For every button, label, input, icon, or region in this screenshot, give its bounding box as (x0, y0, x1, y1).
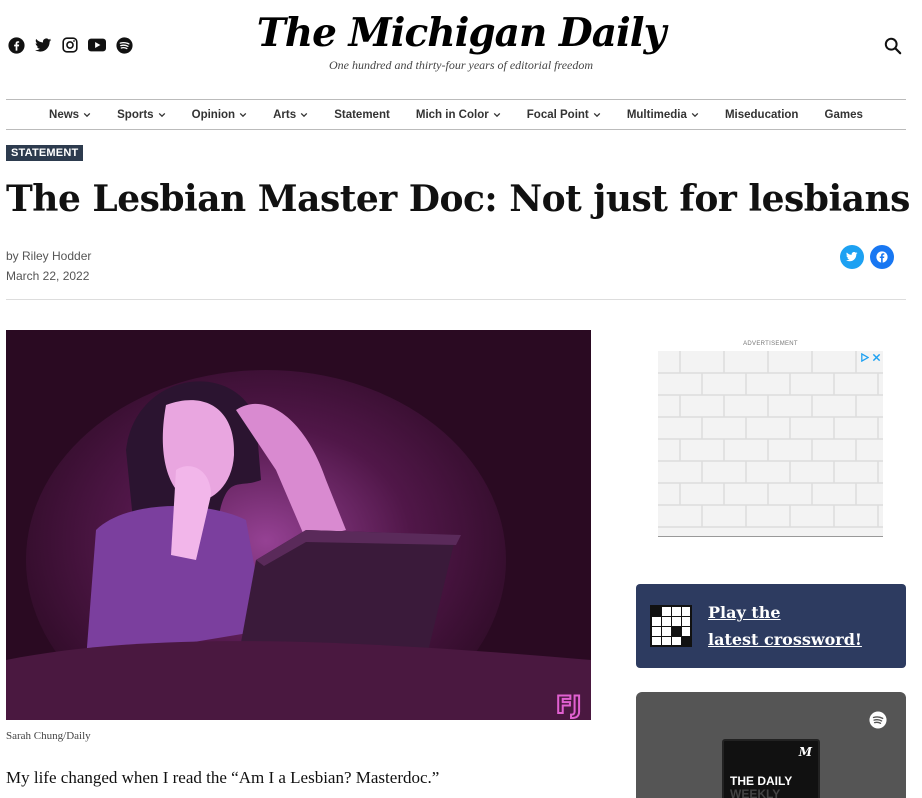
chevron-down-icon (691, 112, 699, 117)
nav-item-label: Focal Point (526, 108, 589, 121)
nav-item-sports[interactable]: Sports (117, 109, 165, 121)
ad-choices[interactable] (860, 353, 881, 362)
crossword-promo[interactable]: Play the latest crossword! (636, 584, 906, 668)
crossword-line-1: Play the (708, 603, 781, 622)
category-badge[interactable]: STATEMENT (6, 145, 84, 161)
nav-item-multimedia[interactable]: Multimedia (627, 109, 699, 121)
nav-item-games[interactable]: Games (825, 109, 863, 121)
chevron-down-icon (300, 112, 308, 117)
chevron-down-icon (239, 112, 247, 117)
share-twitter-button[interactable] (840, 245, 864, 269)
ad-slot[interactable] (658, 351, 883, 537)
crossword-link[interactable]: Play the latest crossword! (708, 599, 862, 653)
nav-item-label: News (49, 108, 80, 121)
close-icon[interactable] (872, 353, 881, 362)
podcast-title-line-2: WEEKLY (730, 787, 781, 798)
svg-text:FJ: FJ (556, 691, 581, 719)
share-facebook-button[interactable] (870, 245, 894, 269)
ad-label: ADVERTISEMENT (743, 341, 798, 347)
masthead: The Michigan Daily One hundred and thirt… (0, 10, 922, 73)
share-buttons (840, 245, 894, 269)
chevron-down-icon (593, 112, 601, 117)
author-byline[interactable]: by Riley Hodder (6, 246, 91, 266)
nav-item-miseducation[interactable]: Miseducation (725, 109, 798, 121)
crossword-grid-icon (650, 605, 692, 647)
nav-item-label: Statement (334, 108, 390, 121)
nav-item-news[interactable]: News (49, 109, 91, 121)
nav-item-label: Mich in Color (415, 108, 489, 121)
article-illustration[interactable]: FJ (6, 330, 591, 720)
nav-item-label: Multimedia (626, 108, 687, 121)
nav-item-label: Arts (273, 108, 297, 121)
podcast-cover[interactable]: M THE DAILY WEEKLY (722, 739, 820, 798)
nav-item-label: Miseducation (724, 108, 799, 121)
podcast-promo[interactable]: M THE DAILY WEEKLY (636, 692, 906, 798)
article-title: The Lesbian Master Doc: Not just for les… (6, 178, 910, 220)
nav-item-label: Games (824, 108, 863, 121)
nav-item-statement[interactable]: Statement (334, 109, 390, 121)
crossword-line-2: latest crossword! (708, 630, 862, 649)
spotify-icon[interactable] (869, 711, 887, 729)
nav-item-label: Sports (117, 108, 154, 121)
image-credit: Sarah Chung/Daily (6, 730, 91, 742)
chevron-down-icon (83, 112, 91, 117)
chevron-down-icon (158, 112, 165, 117)
publish-date: March 22, 2022 (6, 269, 90, 283)
advertisement: ADVERTISEMENT (658, 341, 883, 539)
chevron-down-icon (493, 112, 500, 117)
podcast-logo: M (798, 745, 812, 759)
ad-choices-icon[interactable] (860, 353, 869, 362)
twitter-icon (846, 252, 858, 262)
main-nav: News Sports Opinion Arts Statement Mich … (6, 99, 906, 130)
nav-item-label: Opinion (191, 108, 236, 121)
facebook-icon (876, 251, 888, 263)
article-paragraph: My life changed when I read the “Am I a … (6, 768, 440, 787)
nav-item-focal-point[interactable]: Focal Point (527, 109, 601, 121)
podcast-title: THE DAILY WEEKLY (730, 775, 792, 798)
nav-item-opinion[interactable]: Opinion (192, 109, 247, 121)
site-tagline: One hundred and thirty-four years of edi… (328, 58, 594, 72)
site-logo[interactable]: The Michigan Daily (0, 10, 922, 56)
nav-item-arts[interactable]: Arts (273, 109, 308, 121)
search-icon[interactable] (884, 37, 904, 57)
header-divider (6, 299, 906, 300)
nav-item-mich-in-color[interactable]: Mich in Color (416, 109, 501, 121)
article-meta: by Riley Hodder March 22, 2022 (6, 246, 91, 286)
